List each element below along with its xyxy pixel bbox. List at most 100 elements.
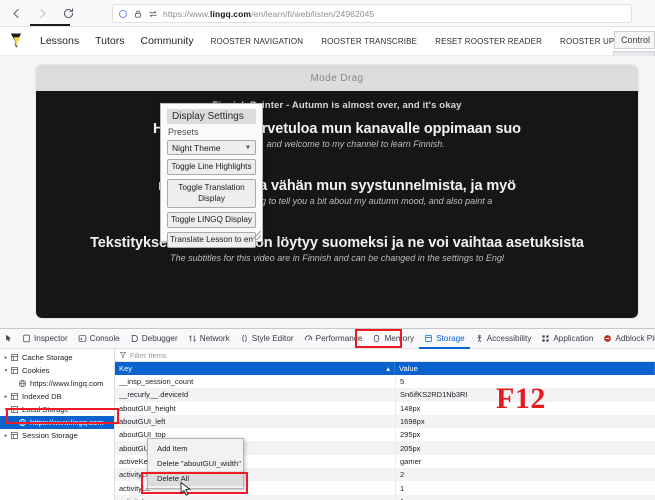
back-button[interactable] (6, 4, 26, 24)
devtools-tab-label: Console (89, 334, 120, 343)
devtools-tab-adblock-plus[interactable]: Adblock Plus (598, 329, 655, 349)
twisty-icon[interactable]: ▸ (2, 394, 10, 400)
context-menu-delete-all[interactable]: Delete All (148, 471, 243, 486)
devtools-tab-performance[interactable]: Performance (299, 329, 368, 349)
table-row[interactable]: aboutGUI_height 148px (115, 401, 655, 415)
cell-value: 205px (395, 441, 655, 455)
devtools-tab-label: Network (199, 334, 230, 343)
url-path: /en/learn/fi/web/listen/24962045 (251, 8, 375, 19)
devtools-tab-label: Performance (315, 334, 363, 343)
storage-icon (425, 335, 432, 342)
twisty-icon[interactable]: ▸ (2, 433, 10, 439)
padlock-icon (135, 10, 141, 17)
context-menu-add-item[interactable]: Add Item (148, 441, 243, 456)
tree-item-local-storage-origin[interactable]: https://www.lingq.com (0, 416, 114, 429)
table-row[interactable]: __insp_session_count 5 (115, 375, 655, 389)
devtools-tab-accessibility[interactable]: Accessibility (470, 329, 537, 349)
adblock-plus-icon (604, 335, 612, 342)
table-row[interactable]: aboutGUI_left 1698px (115, 414, 655, 429)
accessibility-icon (476, 334, 482, 342)
storage-table-icon (11, 432, 18, 439)
cell-value: 2 (395, 468, 655, 482)
tree-item-label: Local Storage (22, 405, 69, 414)
devtools-tab-memory[interactable]: Memory (367, 329, 419, 349)
table-header-row: Key ▴ Value (115, 362, 655, 375)
twisty-icon[interactable]: ▸ (2, 355, 10, 361)
devtools-tab-label: Inspector (34, 334, 68, 343)
devtools-tab-network[interactable]: Network (183, 329, 235, 349)
nav-link-reset-rooster-reader[interactable]: RESET ROOSTER READER (426, 37, 551, 46)
performance-icon (304, 335, 312, 341)
video-player-pane[interactable]: Finnish Painter - Autumn is almost over,… (36, 91, 638, 318)
nav-link-community[interactable]: Community (132, 35, 201, 47)
resize-grip-icon[interactable] (252, 231, 261, 240)
devtools-tab-storage[interactable]: Storage (419, 329, 470, 349)
subtitle-finnish: Heippa hei, ja tervetuloa mun kanavalle … (153, 121, 521, 137)
mode-drag-bar[interactable]: Mode Drag (36, 65, 638, 91)
cell-key: __recurly__.deviceId (119, 390, 189, 400)
element-picker-button[interactable] (4, 331, 15, 347)
nav-link-rooster-navigation[interactable]: ROOSTER NAVIGATION (202, 37, 313, 46)
tree-item-cache-storage[interactable]: ▸ Cache Storage (0, 351, 114, 364)
lingq-logo-icon[interactable] (8, 32, 24, 50)
filter-input[interactable]: Filter Items (130, 351, 167, 360)
tree-item-cookies[interactable]: ▾ Cookies (0, 364, 114, 377)
page-body: Mode Drag Finnish Painter - Autumn is al… (0, 56, 655, 328)
filter-row[interactable]: Filter Items (115, 349, 655, 362)
twisty-icon[interactable]: ▾ (2, 407, 10, 413)
address-bar[interactable]: https://www.lingq.com/en/learn/fi/web/li… (112, 4, 632, 23)
arrow-left-icon (13, 8, 19, 19)
devtools-tab-inspector[interactable]: Inspector (17, 329, 73, 349)
column-header-value[interactable]: Value (395, 362, 655, 375)
subtitle-finnish: Tekstitykset tähän videoon löytyy suomek… (90, 235, 584, 251)
storage-tree: ▸ Cache Storage ▾ Cookies https://www.li… (0, 349, 115, 500)
devtools-panel: Inspector Console Debugger Network Style… (0, 328, 655, 500)
shield-icon (119, 9, 127, 18)
storage-table-icon (11, 367, 18, 374)
storage-context-menu[interactable]: Add Item Delete "aboutGUI_width" Delete … (147, 438, 244, 489)
devtools-tab-debugger[interactable]: Debugger (125, 329, 183, 349)
table-row[interactable]: activityLe 1 (115, 494, 655, 500)
reload-button[interactable] (58, 4, 78, 24)
subtitle-english: n this video I'm going to tell you a bit… (181, 196, 493, 206)
devtools-tab-style-editor[interactable]: Style Editor (235, 329, 299, 349)
tree-item-label: Session Storage (22, 431, 78, 440)
lesson-card: Mode Drag Finnish Painter - Autumn is al… (35, 64, 639, 319)
browser-toolbar: https://www.lingq.com/en/learn/fi/web/li… (0, 0, 655, 27)
tree-item-label: Indexed DB (22, 392, 62, 401)
twisty-icon[interactable]: ▾ (2, 368, 10, 374)
table-row[interactable]: __recurly__.deviceId Sn6ifKS2RD1Nb3RI (115, 388, 655, 402)
devtools-main: ▸ Cache Storage ▾ Cookies https://www.li… (0, 349, 655, 500)
tree-item-label: Cookies (22, 366, 50, 375)
column-header-key[interactable]: Key ▴ (115, 362, 395, 375)
globe-icon (19, 419, 26, 426)
translate-lesson-button[interactable]: Translate Lesson to en (167, 232, 256, 249)
column-header-value-label: Value (399, 364, 418, 373)
control-panel-button[interactable]: Control (613, 31, 655, 49)
nav-link-tutors[interactable]: Tutors (87, 35, 132, 47)
tree-item-label: Cache Storage (22, 353, 73, 362)
display-settings-panel[interactable]: Display Settings Presets Night Theme ▼ T… (160, 103, 263, 249)
tree-item-local-storage[interactable]: ▾ Local Storage (0, 403, 114, 416)
mouse-cursor-icon (180, 482, 191, 496)
devtools-tab-console[interactable]: Console (73, 329, 125, 349)
display-settings-title: Display Settings (167, 109, 256, 124)
cell-value: gamer (395, 454, 655, 469)
subtitle-line-2: mää aion kertoa vähän mun syystunnelmist… (36, 178, 638, 206)
presets-label: Presets (168, 127, 199, 137)
toggle-lingq-display-button[interactable]: Toggle LINGQ Display (167, 211, 256, 228)
toggle-line-highlights-button[interactable]: Toggle Line Highlights (167, 159, 256, 176)
storage-table-icon (11, 354, 18, 361)
tree-item-cookies-origin[interactable]: https://www.lingq.com (0, 377, 114, 390)
tree-item-session-storage[interactable]: ▸ Session Storage (0, 429, 114, 442)
nav-link-lessons[interactable]: Lessons (32, 35, 87, 47)
inspector-icon (23, 334, 30, 343)
devtools-tab-label: Memory (384, 334, 415, 343)
forward-button[interactable] (32, 4, 52, 24)
nav-link-rooster-transcribe[interactable]: ROOSTER TRANSCRIBE (312, 37, 426, 46)
context-menu-delete-item[interactable]: Delete "aboutGUI_width" (148, 456, 243, 471)
devtools-tab-application[interactable]: Application (536, 329, 598, 349)
preset-select[interactable]: Night Theme ▼ (167, 140, 256, 155)
tree-item-indexed-db[interactable]: ▸ Indexed DB (0, 390, 114, 403)
toggle-translation-display-button[interactable]: Toggle Translation Display (167, 179, 256, 208)
